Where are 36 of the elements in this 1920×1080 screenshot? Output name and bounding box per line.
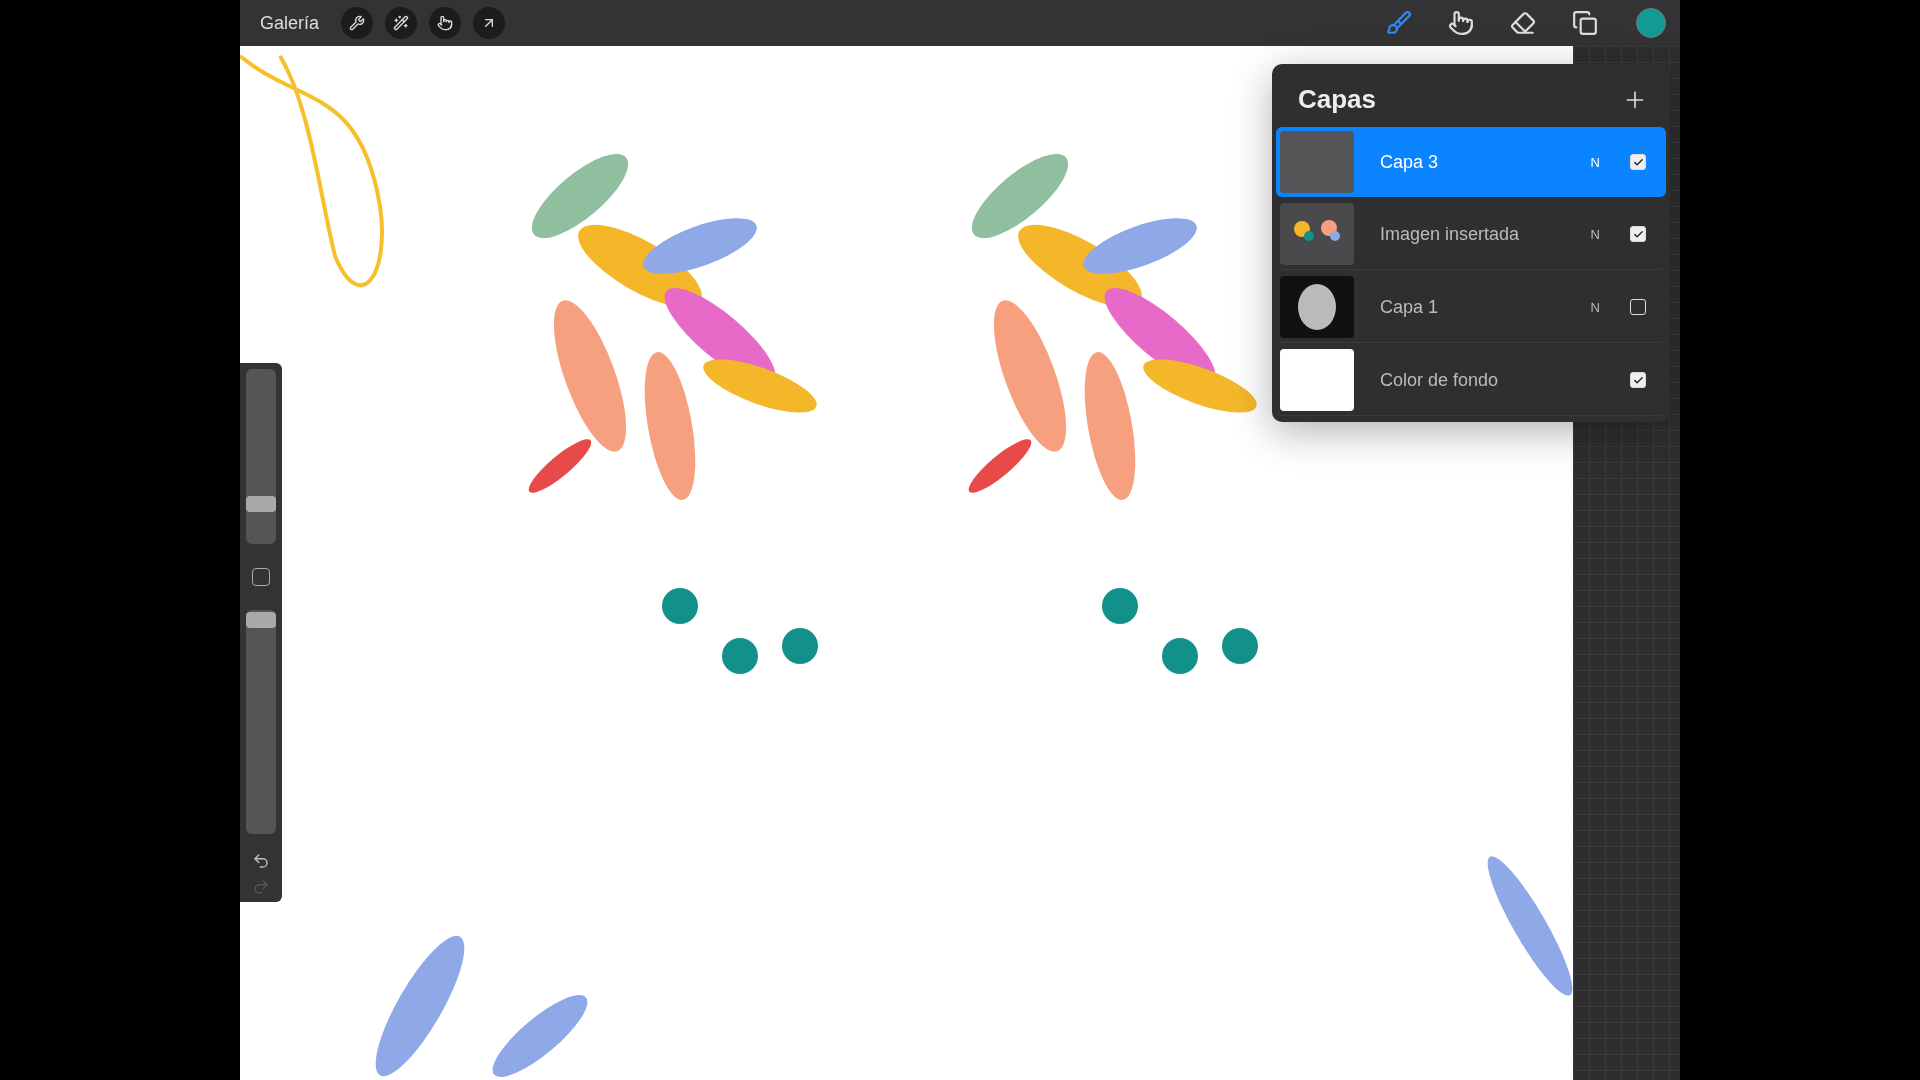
visibility-checkbox[interactable] [1630,154,1646,170]
undo-icon [252,852,270,870]
wrench-icon [349,15,366,31]
slider-thumb[interactable] [246,612,276,629]
layer-row[interactable]: Capa 3 N [1276,127,1666,197]
layers-icon [1572,10,1598,36]
brush-icon [1386,10,1412,36]
drawing-canvas[interactable] [240,46,1573,1080]
color-swatch[interactable] [1636,8,1666,38]
modify-button[interactable] [252,568,270,586]
layer-name: Capa 1 [1380,296,1440,318]
eraser-icon [1510,10,1536,36]
blend-mode-button[interactable]: N [1590,299,1600,315]
check-icon [1632,374,1644,386]
layer-name: Capa 3 [1380,151,1440,173]
magic-wand-icon [393,15,410,31]
check-icon [1632,228,1644,240]
layer-name: Imagen insertada [1380,223,1521,245]
magic-wand-button[interactable] [385,7,418,39]
undo-button[interactable] [252,852,270,870]
selection-button[interactable] [429,7,462,39]
blend-mode-button[interactable]: N [1590,154,1600,170]
redo-icon [252,878,270,896]
blend-mode-button[interactable]: N [1590,226,1600,242]
visibility-checkbox[interactable] [1630,372,1646,388]
visibility-checkbox[interactable] [1630,226,1646,242]
slider-thumb[interactable] [246,495,276,512]
check-icon [1632,156,1644,168]
visibility-checkbox[interactable] [1630,299,1646,315]
opacity-slider[interactable] [246,609,276,834]
arrow-button[interactable] [473,7,506,39]
wrench-button[interactable] [341,7,374,39]
gallery-button[interactable]: Galería [260,12,330,34]
layer-name: Color de fondo [1380,369,1500,391]
panel-title: Capas [1298,84,1377,115]
brush-size-slider[interactable] [246,369,276,545]
